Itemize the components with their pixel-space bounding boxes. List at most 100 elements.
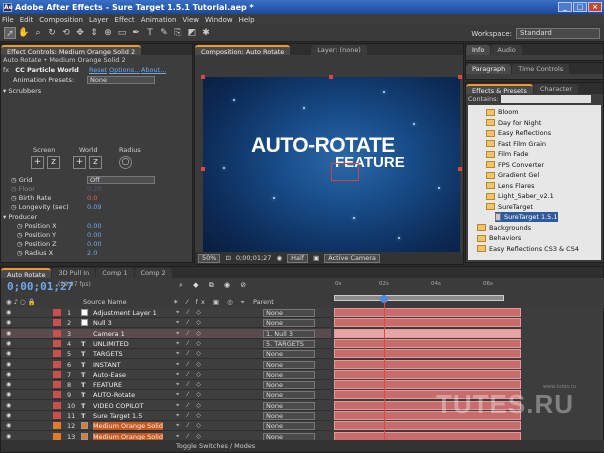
workspace-dropdown[interactable]: Standard xyxy=(516,28,600,39)
composition-viewer[interactable]: AUTO-ROTATE FEATURE xyxy=(201,75,462,264)
parent-dropdown[interactable]: 5. TARGETS xyxy=(263,339,315,348)
contains-input[interactable] xyxy=(500,95,591,103)
layer-duration-bar[interactable] xyxy=(334,380,521,390)
visibility-eye-icon[interactable]: ◉ xyxy=(6,391,11,398)
visibility-eye-icon[interactable]: ◉ xyxy=(6,422,11,429)
parent-dropdown[interactable]: None xyxy=(263,350,315,359)
region-icon[interactable]: ▣ xyxy=(313,254,319,262)
param-value[interactable]: 0.09 xyxy=(87,203,101,211)
parent-header[interactable]: Parent xyxy=(253,298,274,306)
effect-group-scrubbers[interactable]: ▾ Scrubbers xyxy=(3,87,190,96)
snapshot-icon[interactable]: ◉ xyxy=(276,254,282,262)
layer-row[interactable]: ◉ 12 Medium Orange Solid ⌖ ⁄ ◇ None xyxy=(1,421,604,432)
puppet-pin-icon[interactable]: ✱ xyxy=(200,27,212,39)
layer-duration-bar[interactable] xyxy=(334,369,521,379)
layer-switches-icons[interactable]: ⌖ ⁄ ◇ xyxy=(176,350,204,358)
label-color-swatch[interactable] xyxy=(53,309,61,316)
clone-stamp-icon[interactable]: ⎘ xyxy=(172,27,184,39)
visibility-eye-icon[interactable]: ◉ xyxy=(6,340,11,347)
screen-xy-icon[interactable]: + xyxy=(31,156,44,169)
parent-dropdown[interactable]: None xyxy=(263,319,315,328)
tab-info[interactable]: Info xyxy=(466,45,491,55)
time-ruler[interactable]: 0s 02s 04s 06s xyxy=(331,278,604,308)
preset-tree-item[interactable]: FPS Converter xyxy=(486,160,544,170)
layer-row[interactable]: ◉ 7 T Auto-Ease ⌖ ⁄ ◇ None xyxy=(1,369,604,381)
label-color-swatch[interactable] xyxy=(53,319,61,327)
layer-duration-bar[interactable] xyxy=(334,359,521,369)
label-color-swatch[interactable] xyxy=(53,391,61,399)
menu-view[interactable]: View xyxy=(182,16,199,24)
layer-row[interactable]: ◉ 3 Camera 1 ⌖ ⁄ ◇ 1. Null 3 xyxy=(1,328,604,340)
label-color-swatch[interactable] xyxy=(53,339,61,347)
visibility-eye-icon[interactable]: ◉ xyxy=(6,412,11,419)
label-color-swatch[interactable] xyxy=(53,329,61,337)
layer-name[interactable]: TARGETS xyxy=(93,350,123,358)
layer-name[interactable]: Null 3 xyxy=(93,319,112,327)
parent-dropdown[interactable]: None xyxy=(263,391,315,400)
param-value[interactable]: 0.0 xyxy=(87,194,97,202)
preset-tree-item[interactable]: Film Fade xyxy=(486,149,529,159)
label-color-swatch[interactable] xyxy=(53,432,61,440)
param-value[interactable]: 0.00 xyxy=(87,222,101,230)
layer-switches-icons[interactable]: ⌖ ⁄ ◇ xyxy=(176,330,204,338)
screen-z-icon[interactable]: z xyxy=(47,156,60,169)
label-color-swatch[interactable] xyxy=(53,360,61,368)
visibility-eye-icon[interactable]: ◉ xyxy=(6,319,11,326)
tab-time-controls[interactable]: Time Controls xyxy=(512,64,570,74)
tab-comp-1[interactable]: Comp 1 xyxy=(96,268,134,278)
stopwatch-icon[interactable]: ◷ xyxy=(17,249,23,257)
menu-effect[interactable]: Effect xyxy=(115,16,135,24)
tab-effect-controls[interactable]: Effect Controls: Medium Orange Solid 2 xyxy=(1,45,142,56)
menu-layer[interactable]: Layer xyxy=(89,16,109,24)
layer-row[interactable]: ◉ 6 T INSTANT ⌖ ⁄ ◇ None xyxy=(1,359,604,371)
zoom-tool-icon[interactable]: ⌕ xyxy=(32,27,44,39)
preset-tree-item[interactable]: Gradient Gel xyxy=(486,170,539,180)
selection-tool-icon[interactable]: ➚ xyxy=(4,27,16,39)
stopwatch-icon[interactable]: ◷ xyxy=(11,203,17,211)
tab-character[interactable]: Character xyxy=(533,84,579,94)
effect-group-producer[interactable]: ▾ Producer xyxy=(3,213,190,222)
parent-dropdown[interactable]: None xyxy=(263,360,315,369)
layer-name[interactable]: UNLIMITED xyxy=(93,340,129,348)
stopwatch-icon[interactable]: ◷ xyxy=(11,185,17,193)
timeline-switch-icons[interactable]: ⌕ ◆ ⧉ ◉ ⊘ xyxy=(179,281,250,290)
animation-presets-dropdown[interactable]: None xyxy=(87,76,155,84)
layer-name[interactable]: INSTANT xyxy=(93,361,121,369)
stopwatch-icon[interactable]: ◷ xyxy=(17,240,23,248)
zoom-dropdown[interactable]: 50% xyxy=(198,253,221,263)
tab-effects-presets[interactable]: Effects & Presets xyxy=(466,84,533,95)
layer-row[interactable]: ◉ 4 T UNLIMITED ⌖ ⁄ ◇ 5. TARGETS xyxy=(1,338,604,350)
visibility-eye-icon[interactable]: ◉ xyxy=(6,433,11,440)
layer-name[interactable]: FEATURE xyxy=(93,381,122,389)
stopwatch-icon[interactable]: ◷ xyxy=(11,176,17,184)
tab-composition[interactable]: Composition: Auto Rotate xyxy=(195,45,291,56)
layer-handle[interactable] xyxy=(458,75,462,79)
visibility-eye-icon[interactable]: ◉ xyxy=(6,330,11,337)
label-color-swatch[interactable] xyxy=(53,381,61,389)
preset-tree-item[interactable]: Backgrounds xyxy=(477,223,531,233)
world-xy-icon[interactable]: + xyxy=(73,156,86,169)
layer-row[interactable]: ◉ 1 Adjustment Layer 1 ⌖ ⁄ ◇ None xyxy=(1,308,604,319)
visibility-eye-icon[interactable]: ◉ xyxy=(6,371,11,378)
hand-tool-icon[interactable]: ✋ xyxy=(18,27,30,39)
preset-tree-item[interactable]: Fast Film Grain xyxy=(486,139,546,149)
layer-name[interactable]: AUTO-Rotate xyxy=(93,391,135,399)
toggle-switches-modes-button[interactable]: Toggle Switches / Modes xyxy=(176,442,255,450)
layer-row[interactable]: ◉ 2 Null 3 ⌖ ⁄ ◇ None xyxy=(1,318,604,329)
layer-switches-icons[interactable]: ⌖ ⁄ ◇ xyxy=(176,309,204,317)
visibility-eye-icon[interactable]: ◉ xyxy=(6,361,11,368)
expand-triangle-icon[interactable]: ▾ xyxy=(3,213,6,221)
label-color-swatch[interactable] xyxy=(53,350,61,358)
pan-behind-icon[interactable]: ⊕ xyxy=(102,27,114,39)
layer-switches-icons[interactable]: ⌖ ⁄ ◇ xyxy=(176,412,204,420)
preset-tree-item[interactable]: Day for Night xyxy=(486,118,541,128)
tab-comp-2[interactable]: Comp 2 xyxy=(134,268,172,278)
options-link[interactable]: Options... xyxy=(109,66,140,74)
grid-dropdown[interactable]: Off xyxy=(87,176,155,184)
parent-dropdown[interactable]: 1. Null 3 xyxy=(263,329,315,338)
pen-tool-icon[interactable]: ✒ xyxy=(130,27,142,39)
tab-audio[interactable]: Audio xyxy=(491,45,522,55)
menu-composition[interactable]: Composition xyxy=(39,16,83,24)
track-xy-icon[interactable]: ✥ xyxy=(74,27,86,39)
layer-handle[interactable] xyxy=(201,75,205,79)
